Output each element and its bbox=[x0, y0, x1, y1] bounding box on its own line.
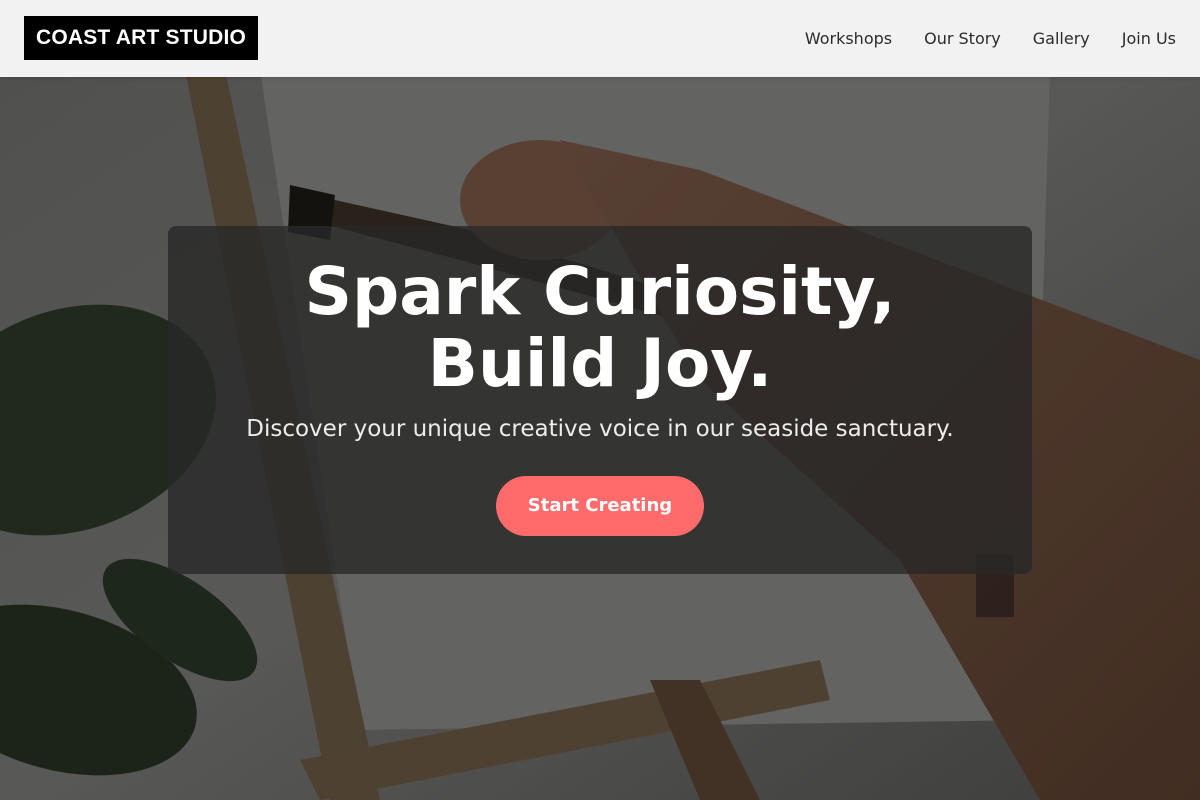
nav-link-our-story[interactable]: Our Story bbox=[924, 29, 1001, 48]
start-creating-button[interactable]: Start Creating bbox=[496, 476, 704, 536]
logo[interactable]: COAST ART STUDIO bbox=[24, 16, 258, 60]
site-header: COAST ART STUDIO Workshops Our Story Gal… bbox=[0, 0, 1200, 77]
nav-link-gallery[interactable]: Gallery bbox=[1033, 29, 1090, 48]
hero-title: Spark Curiosity, Build Joy. bbox=[168, 256, 1032, 400]
hero-panel: Spark Curiosity, Build Joy. Discover you… bbox=[168, 226, 1032, 574]
hero-subtitle: Discover your unique creative voice in o… bbox=[246, 416, 954, 442]
nav-link-workshops[interactable]: Workshops bbox=[805, 29, 892, 48]
main-nav: Workshops Our Story Gallery Join Us bbox=[773, 0, 1176, 77]
hero-title-line-1: Spark Curiosity, bbox=[304, 253, 896, 330]
hero-title-line-2: Build Joy. bbox=[427, 325, 773, 402]
nav-link-join-us[interactable]: Join Us bbox=[1122, 29, 1176, 48]
